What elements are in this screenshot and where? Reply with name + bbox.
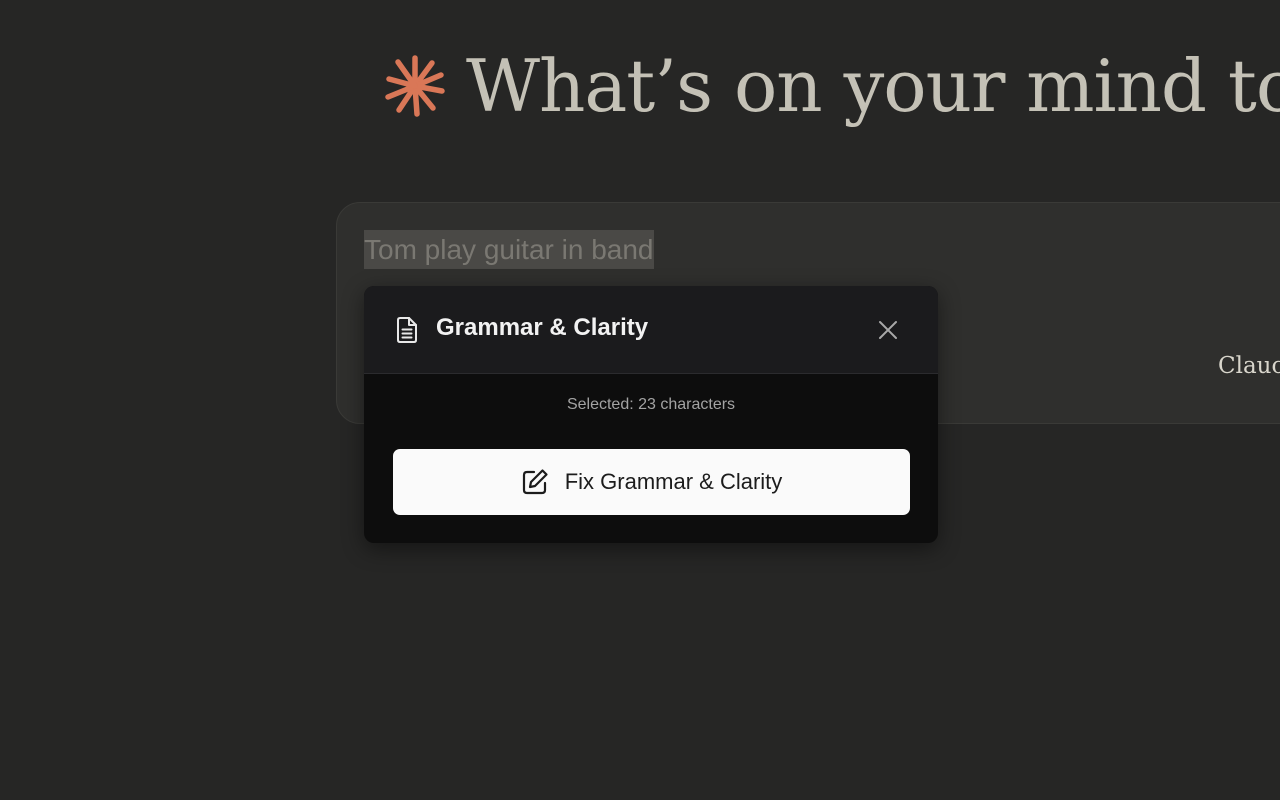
popup-header: Grammar & Clarity (364, 286, 938, 374)
document-icon (397, 317, 417, 343)
fix-button-label: Fix Grammar & Clarity (564, 469, 783, 494)
fix-grammar-clarity-button[interactable]: Fix Grammar & Clarity (393, 449, 910, 515)
selection-count: Selected: 23 characters (566, 396, 736, 413)
close-button[interactable] (874, 316, 902, 344)
message-input-selected-text[interactable]: Tom play guitar in band (364, 230, 654, 269)
close-icon (879, 321, 897, 339)
edit-icon (522, 469, 548, 495)
greeting-heading: What’s on your mind to (466, 44, 1280, 128)
popup-title: Grammar & Clarity (436, 314, 649, 341)
greeting: What’s on your mind to (384, 36, 1280, 136)
sparkle-asterisk-icon (385, 55, 445, 117)
grammar-clarity-popup: Grammar & Clarity Selected: 23 character… (364, 286, 938, 543)
model-selector-label[interactable]: Clauc (1218, 353, 1280, 379)
